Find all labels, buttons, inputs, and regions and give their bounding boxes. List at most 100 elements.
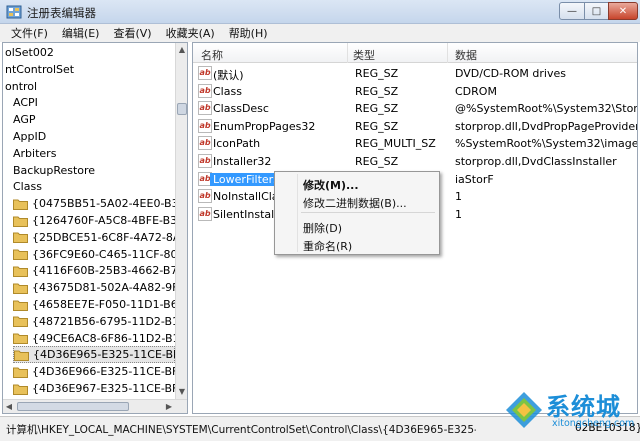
value-row[interactable]: ab EnumPropPages32 REG_SZ storprop.dll,DvdP… bbox=[193, 118, 638, 135]
menu-edit[interactable]: 编辑(E) bbox=[55, 25, 107, 41]
scroll-down-icon[interactable]: ▼ bbox=[176, 385, 187, 399]
menu-favorites[interactable]: 收藏夹(A) bbox=[159, 25, 222, 41]
tree-node[interactable]: {43675D81-502A-4A82-9F84-B bbox=[13, 279, 175, 296]
watermark-text: 系统城 bbox=[546, 393, 621, 421]
registry-tree: olSet002 ntControlSet ontrol ACPI AGP AppID Ar… bbox=[3, 43, 175, 399]
menu-delete[interactable]: 删除(D) bbox=[303, 220, 342, 236]
value-name: LowerFilters bbox=[210, 172, 282, 186]
tree-node[interactable]: AGP bbox=[13, 111, 36, 128]
folder-icon bbox=[13, 199, 28, 210]
folder-icon bbox=[13, 367, 28, 378]
tree-node-label: {4D36E965-E325-11CE-BFC1-0 bbox=[33, 348, 175, 362]
tree-node[interactable]: {0475BB51-5A02-4EE0-B36C-2 bbox=[13, 195, 175, 212]
menu-file[interactable]: 文件(F) bbox=[4, 25, 55, 41]
tree-node[interactable]: {1264760F-A5C8-4BFE-B314-D bbox=[13, 212, 175, 229]
column-name-header[interactable]: 名称 bbox=[201, 47, 223, 63]
menu-modify-binary[interactable]: 修改二进制数据(B)... bbox=[303, 195, 407, 211]
tree-node-label: {4116F60B-25B3-4662-B732-9 bbox=[32, 264, 175, 278]
value-type: REG_SZ bbox=[355, 119, 399, 133]
tree-node[interactable]: {4D36E966-E325-11CE-BFC1-0 bbox=[13, 363, 175, 380]
string-value-icon: ab bbox=[198, 83, 212, 98]
tree-node[interactable]: ontrol bbox=[5, 78, 37, 95]
tree-node-label: {43675D81-502A-4A82-9F84-B bbox=[32, 281, 175, 295]
tree-node[interactable]: {48721B56-6795-11D2-B1A8-0 bbox=[13, 313, 175, 330]
column-type-header[interactable]: 类型 bbox=[353, 47, 375, 63]
tree-node[interactable]: {4D36E965-E325-11CE-BFC1-0 bbox=[13, 346, 175, 364]
value-type: REG_MULTI_SZ bbox=[355, 137, 436, 151]
tree-scroll-thumb[interactable] bbox=[177, 103, 187, 115]
tree-node-label: {49CE6AC8-6F86-11D2-B1E5-0 bbox=[32, 331, 175, 345]
value-data: storprop.dll,DvdPropPageProvider bbox=[455, 119, 638, 133]
value-data: @%SystemRoot%\System32\StorPro bbox=[455, 102, 638, 116]
tree-node[interactable]: Arbiters bbox=[13, 145, 56, 162]
tree-node-label: {36FC9E60-C465-11CF-8056-4 bbox=[32, 247, 175, 261]
tree-node[interactable]: olSet002 bbox=[5, 44, 54, 61]
scroll-up-icon[interactable]: ▲ bbox=[176, 43, 187, 57]
tree-hscroll-thumb[interactable] bbox=[17, 402, 129, 411]
value-data: 1 bbox=[455, 207, 462, 221]
value-name: (默认) bbox=[213, 69, 244, 82]
tree-node-label: {4658EE7E-F050-11D1-B6BD-0 bbox=[32, 298, 175, 311]
value-data: iaStorF bbox=[455, 172, 494, 186]
folder-icon bbox=[13, 232, 28, 244]
tree-node[interactable]: ntControlSet bbox=[5, 61, 74, 78]
window-title: 注册表编辑器 bbox=[27, 6, 96, 20]
value-type: REG_SZ bbox=[355, 155, 399, 168]
minimize-button[interactable]: — bbox=[559, 2, 585, 20]
tree-node-label: Class bbox=[13, 180, 42, 194]
value-type: REG_SZ bbox=[355, 67, 399, 80]
tree-node[interactable]: {49CE6AC8-6F86-11D2-B1E5-0 bbox=[13, 330, 175, 347]
string-value-icon: ab bbox=[198, 118, 212, 133]
tree-node[interactable]: BackupRestore bbox=[13, 162, 95, 179]
maximize-button[interactable]: □ bbox=[584, 2, 609, 20]
tree-node[interactable]: {36FC9E60-C465-11CF-8056-4 bbox=[13, 246, 175, 263]
folder-icon bbox=[13, 249, 28, 261]
value-row[interactable]: ab ClassDesc REG_SZ @%SystemRoot%\System32\… bbox=[193, 100, 638, 117]
tree-node-label: AGP bbox=[13, 113, 36, 127]
tree-node[interactable]: {25DBCE51-6C8F-4A72-8A6D- bbox=[13, 229, 175, 246]
tree-node[interactable]: AppID bbox=[13, 128, 46, 145]
value-row[interactable]: ab IconPath REG_MULTI_SZ %SystemRoot%\Syste… bbox=[193, 135, 638, 152]
column-data-header[interactable]: 数据 bbox=[455, 47, 477, 63]
tree-node[interactable]: ACPI bbox=[13, 94, 38, 111]
tree-node[interactable]: {4658EE7E-F050-11D1-B6BD-0 bbox=[13, 296, 175, 313]
menu-bar: 文件(F) 编辑(E) 查看(V) 收藏夹(A) 帮助(H) bbox=[0, 24, 640, 42]
value-row[interactable]: ab Installer32 REG_SZ storprop.dll,DvdClass… bbox=[193, 153, 637, 170]
folder-icon bbox=[13, 316, 28, 328]
value-name: ClassDesc bbox=[213, 102, 269, 116]
close-button[interactable]: ✕ bbox=[608, 2, 638, 20]
value-name: NoInstallClas bbox=[213, 190, 277, 204]
string-value-icon: ab bbox=[198, 66, 212, 80]
tree-node[interactable]: Class bbox=[13, 178, 42, 195]
tree-node-label: AppID bbox=[13, 130, 47, 143]
menu-help[interactable]: 帮助(H) bbox=[222, 25, 275, 41]
string-value-icon: ab bbox=[198, 154, 212, 168]
value-name: EnumPropPages32 bbox=[213, 119, 316, 133]
registry-tree-pane: olSet002 ntControlSet ontrol ACPI AGP AppID Ar… bbox=[2, 42, 188, 414]
value-row[interactable]: ab (默认) REG_SZ DVD/CD-ROM drives bbox=[193, 65, 637, 82]
tree-node-label: BackupRestore bbox=[13, 163, 96, 177]
folder-icon bbox=[13, 283, 28, 294]
value-name: IconPath bbox=[213, 137, 261, 151]
tree-horizontal-scrollbar[interactable]: ◀ ▶ bbox=[3, 399, 187, 413]
tree-vertical-scrollbar[interactable]: ▲ ▼ bbox=[175, 43, 187, 399]
tree-node-label: olSet002 bbox=[5, 46, 54, 59]
value-type: REG_SZ bbox=[355, 84, 399, 98]
folder-icon bbox=[13, 300, 28, 311]
value-data: %SystemRoot%\System32\imageres. bbox=[455, 137, 638, 151]
scroll-left-icon[interactable]: ◀ bbox=[3, 400, 15, 413]
tree-node[interactable]: {4D36E967-E325-11CE-BFC1-0 bbox=[13, 380, 175, 397]
scroll-right-icon[interactable]: ▶ bbox=[163, 400, 175, 413]
tree-node[interactable]: {4116F60B-25B3-4662-B732-9 bbox=[13, 262, 175, 279]
menu-modify[interactable]: 修改(M)... bbox=[303, 177, 359, 193]
value-row[interactable]: ab Class REG_SZ CDROM bbox=[193, 83, 637, 100]
registry-path: 计算机\HKEY_LOCAL_MACHINE\SYSTEM\CurrentCon… bbox=[6, 424, 476, 436]
folder-icon bbox=[13, 333, 28, 345]
menu-rename[interactable]: 重命名(R) bbox=[303, 238, 352, 254]
folder-icon bbox=[13, 266, 28, 277]
menu-view[interactable]: 查看(V) bbox=[106, 25, 158, 41]
tree-node-label: {48721B56-6795-11D2-B1A8-0 bbox=[32, 314, 175, 328]
folder-icon bbox=[13, 384, 28, 395]
value-name: Class bbox=[213, 84, 242, 98]
tree-node-label: ontrol bbox=[5, 79, 38, 93]
